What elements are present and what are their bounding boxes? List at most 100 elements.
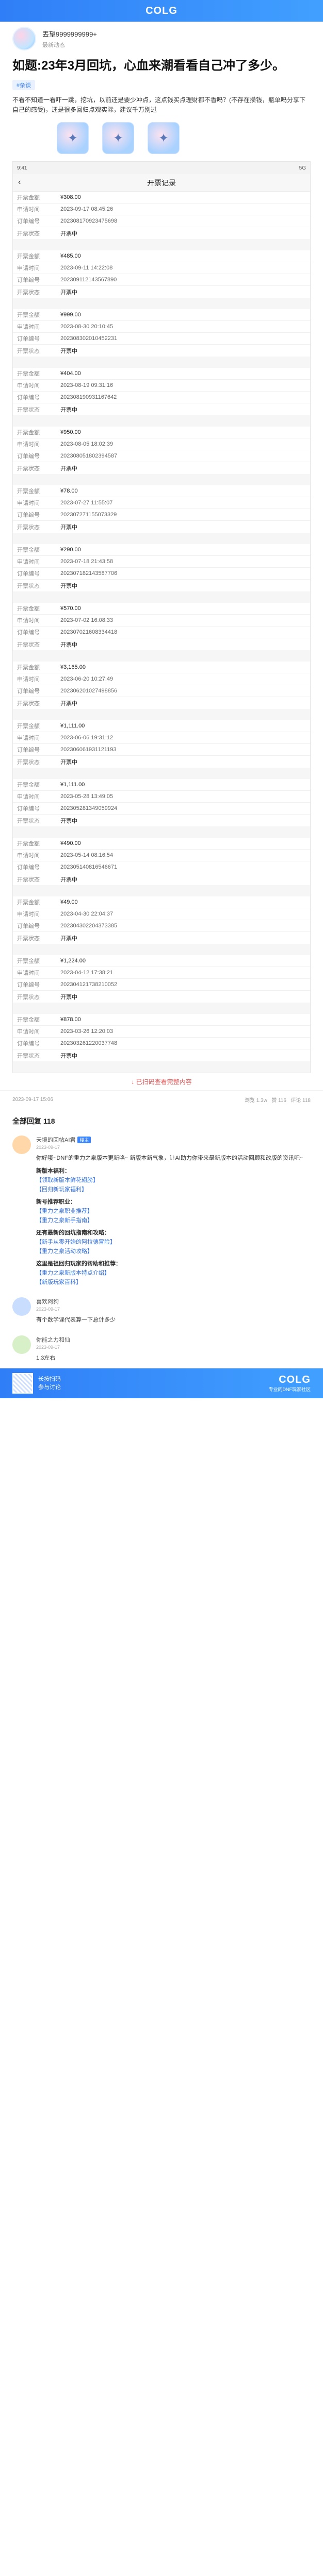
invoice-record[interactable]: 开票金额 ¥49.00 申请时间 2023-04-30 22:04:37 订单编号 202…: [13, 896, 310, 944]
comment-list: 天境的回帖AI君 楼主 2023-09-17 你好哦~DNF的重力之泉版本更新咯~ 新…: [0, 1130, 323, 1368]
record-label-status: 开票状态: [17, 1053, 40, 1059]
invoice-record[interactable]: 开票金额 ¥1,111.00 申请时间 2023-06-06 19:31:12 订单编号…: [13, 720, 310, 768]
comment-time: 2023-09-17: [36, 1145, 60, 1150]
comment-section-title: 还有最新的回坑指南和攻略：: [36, 1230, 110, 1236]
comments-count[interactable]: 评论 118: [290, 1098, 311, 1104]
commenter-name[interactable]: 天境的回帖AI君 楼主: [36, 1136, 311, 1144]
record-row-status: 开票状态 开票中: [13, 521, 310, 533]
post-tag[interactable]: #杂谈: [12, 80, 36, 90]
record-row-amount: 开票金额 ¥490.00: [13, 838, 310, 850]
record-value-status: 开票中: [60, 348, 77, 354]
bottom-brand: COLG 专业的DNF玩家社区: [269, 1374, 311, 1393]
record-value-order: 202306061931121193: [60, 747, 117, 753]
author-subtitle: 最新动态: [42, 42, 65, 48]
record-value-amount: ¥49.00: [60, 899, 78, 905]
record-row-amount: 开票金额 ¥950.00: [13, 427, 310, 438]
record-label-order: 订单编号: [17, 688, 40, 694]
invoice-record[interactable]: 开票金额 ¥878.00 申请时间 2023-03-26 12:20:03 订单编号 20…: [13, 1014, 310, 1061]
record-row-time: 申请时间 2023-07-27 11:55:07: [13, 497, 310, 509]
commenter-avatar[interactable]: [12, 1136, 31, 1154]
record-row-amount: 开票金额 ¥1,111.00: [13, 779, 310, 791]
invoice-record[interactable]: 开票金额 ¥1,224.00 申请时间 2023-04-12 17:38:21 订单编号…: [13, 955, 310, 1003]
commenter-avatar[interactable]: [12, 1297, 31, 1316]
record-label-order: 订单编号: [17, 512, 40, 518]
record-label-status: 开票状态: [17, 465, 40, 472]
record-label-status: 开票状态: [17, 818, 40, 824]
record-label-time: 申请时间: [17, 383, 40, 389]
record-row-time: 申请时间 2023-07-02 16:08:33: [13, 615, 310, 626]
record-value-order: 202309112143567890: [60, 277, 117, 283]
author-name[interactable]: 丟望9999999999+: [42, 29, 97, 39]
record-label-status: 开票状态: [17, 289, 40, 296]
record-row-status: 开票状态 开票中: [13, 227, 310, 239]
commenter-name[interactable]: 你能之力和仙: [36, 1335, 311, 1344]
commenter-name-text[interactable]: 喜欢阿狗: [36, 1299, 59, 1305]
record-value-amount: ¥3,165.00: [60, 664, 86, 670]
commenter-name-text[interactable]: 天境的回帖AI君: [36, 1137, 75, 1143]
record-value-order: 202303261220037748: [60, 1040, 118, 1046]
record-label-time: 申请时间: [17, 324, 40, 330]
top-banner: COLG: [0, 0, 323, 22]
comment-link[interactable]: 【重力之泉新版本特点介绍】: [36, 1268, 311, 1278]
invoice-record[interactable]: 开票金额 ¥950.00 申请时间 2023-08-05 18:02:39 订单编号 20…: [13, 427, 310, 474]
record-value-status: 开票中: [60, 818, 77, 824]
invoice-record[interactable]: 开票金额 ¥999.00 申请时间 2023-08-30 20:10:45 订单编号 20…: [13, 309, 310, 357]
invoice-record[interactable]: 开票金额 ¥3,165.00 申请时间 2023-06-20 10:27:49 订单编号…: [13, 662, 310, 709]
record-label-order: 订单编号: [17, 336, 40, 342]
record-row-time: 申请时间 2023-05-28 13:49:05: [13, 791, 310, 803]
comment-body: 喜欢阿狗 2023-09-17 有个数学课代表算一下总计多少: [36, 1297, 311, 1325]
record-label-time: 申请时间: [17, 911, 40, 918]
record-label-time: 申请时间: [17, 265, 40, 272]
comment-text: 有个数学课代表算一下总计多少: [36, 1317, 116, 1323]
post-date: 2023-09-17 15:06: [12, 1097, 53, 1103]
commenter-name-text[interactable]: 你能之力和仙: [36, 1337, 70, 1343]
record-row-status: 开票状态 开票中: [13, 286, 310, 298]
record-row-order: 订单编号 202303261220037748: [13, 1038, 310, 1049]
invoice-record[interactable]: 开票金额 ¥78.00 申请时间 2023-07-27 11:55:07 订单编号 202…: [13, 485, 310, 533]
record-row-amount: 开票金额 ¥485.00: [13, 250, 310, 262]
comment-link[interactable]: 【领取新版本鲜花翅膀】: [36, 1176, 311, 1185]
record-value-time: 2023-03-26 12:20:03: [60, 1028, 114, 1035]
post-footer: 2023-09-17 15:06 浏览 1.3w 赞 116 评论 118: [0, 1090, 323, 1109]
record-value-time: 2023-08-19 09:31:16: [60, 382, 114, 388]
record-label-order: 订单编号: [17, 747, 40, 753]
likes-count[interactable]: 赞 116: [271, 1098, 286, 1104]
comment-link[interactable]: 【新手从零开始的阿拉德冒险】: [36, 1238, 311, 1247]
record-label-amount: 开票金额: [17, 841, 40, 847]
record-value-status: 开票中: [60, 994, 77, 1001]
invoice-record[interactable]: 开票金额 ¥490.00 申请时间 2023-05-14 08:16:54 订单编号 20…: [13, 838, 310, 885]
record-row-time: 申请时间 2023-09-11 14:22:08: [13, 262, 310, 274]
comment-link[interactable]: 【重力之泉活动攻略】: [36, 1247, 311, 1256]
record-value-time: 2023-07-27 11:55:07: [60, 500, 113, 506]
record-label-amount: 开票金额: [17, 1017, 40, 1023]
commenter-name[interactable]: 喜欢阿狗: [36, 1297, 311, 1306]
invoice-record[interactable]: 开票金额 ¥570.00 申请时间 2023-07-02 16:08:33 订单编号 20…: [13, 603, 310, 650]
commenter-avatar[interactable]: [12, 1335, 31, 1354]
record-row-status: 开票状态 开票中: [13, 345, 310, 357]
record-value-time: 2023-08-05 18:02:39: [60, 441, 114, 447]
invoice-record[interactable]: 开票金额 ¥404.00 申请时间 2023-08-19 09:31:16 订单编号 20…: [13, 368, 310, 415]
record-label-order: 订单编号: [17, 395, 40, 401]
record-row-status: 开票状态 开票中: [13, 991, 310, 1003]
comment-link[interactable]: 【重力之泉职业推荐】: [36, 1207, 311, 1216]
invoice-record[interactable]: 开票金额 ¥308.00 申请时间 2023-09-17 08:45:26 订单编号 20…: [13, 192, 310, 239]
record-row-order: 订单编号 202307021608334418: [13, 626, 310, 638]
expand-content-link[interactable]: ↓ 已扫码查看完整内容: [0, 1073, 323, 1090]
comment-link[interactable]: 【重力之泉新手指南】: [36, 1216, 311, 1225]
record-value-order: 202308051802394587: [60, 453, 118, 459]
invoice-record-list: 开票金额 ¥308.00 申请时间 2023-09-17 08:45:26 订单编号 20…: [13, 192, 310, 1061]
back-icon[interactable]: ‹: [18, 178, 21, 187]
invoice-record[interactable]: 开票金额 ¥485.00 申请时间 2023-09-11 14:22:08 订单编号 20…: [13, 250, 310, 298]
record-value-status: 开票中: [60, 465, 77, 472]
record-row-order: 订单编号 202308051802394587: [13, 450, 310, 462]
record-row-status: 开票状态 开票中: [13, 756, 310, 768]
record-label-status: 开票状态: [17, 348, 40, 354]
comment-link[interactable]: 【回归新玩家福利】: [36, 1185, 311, 1194]
invoice-nav-title: 开票记录: [147, 178, 176, 187]
record-label-time: 申请时间: [17, 1029, 40, 1035]
comment-link[interactable]: 【新版玩家百科】: [36, 1278, 311, 1287]
invoice-record[interactable]: 开票金额 ¥1,111.00 申请时间 2023-05-28 13:49:05 订单编号…: [13, 779, 310, 826]
invoice-record[interactable]: 开票金额 ¥290.00 申请时间 2023-07-18 21:43:58 订单编号 20…: [13, 544, 310, 591]
author-avatar[interactable]: [12, 27, 36, 50]
join-discussion: 参与讨论: [38, 1384, 61, 1391]
